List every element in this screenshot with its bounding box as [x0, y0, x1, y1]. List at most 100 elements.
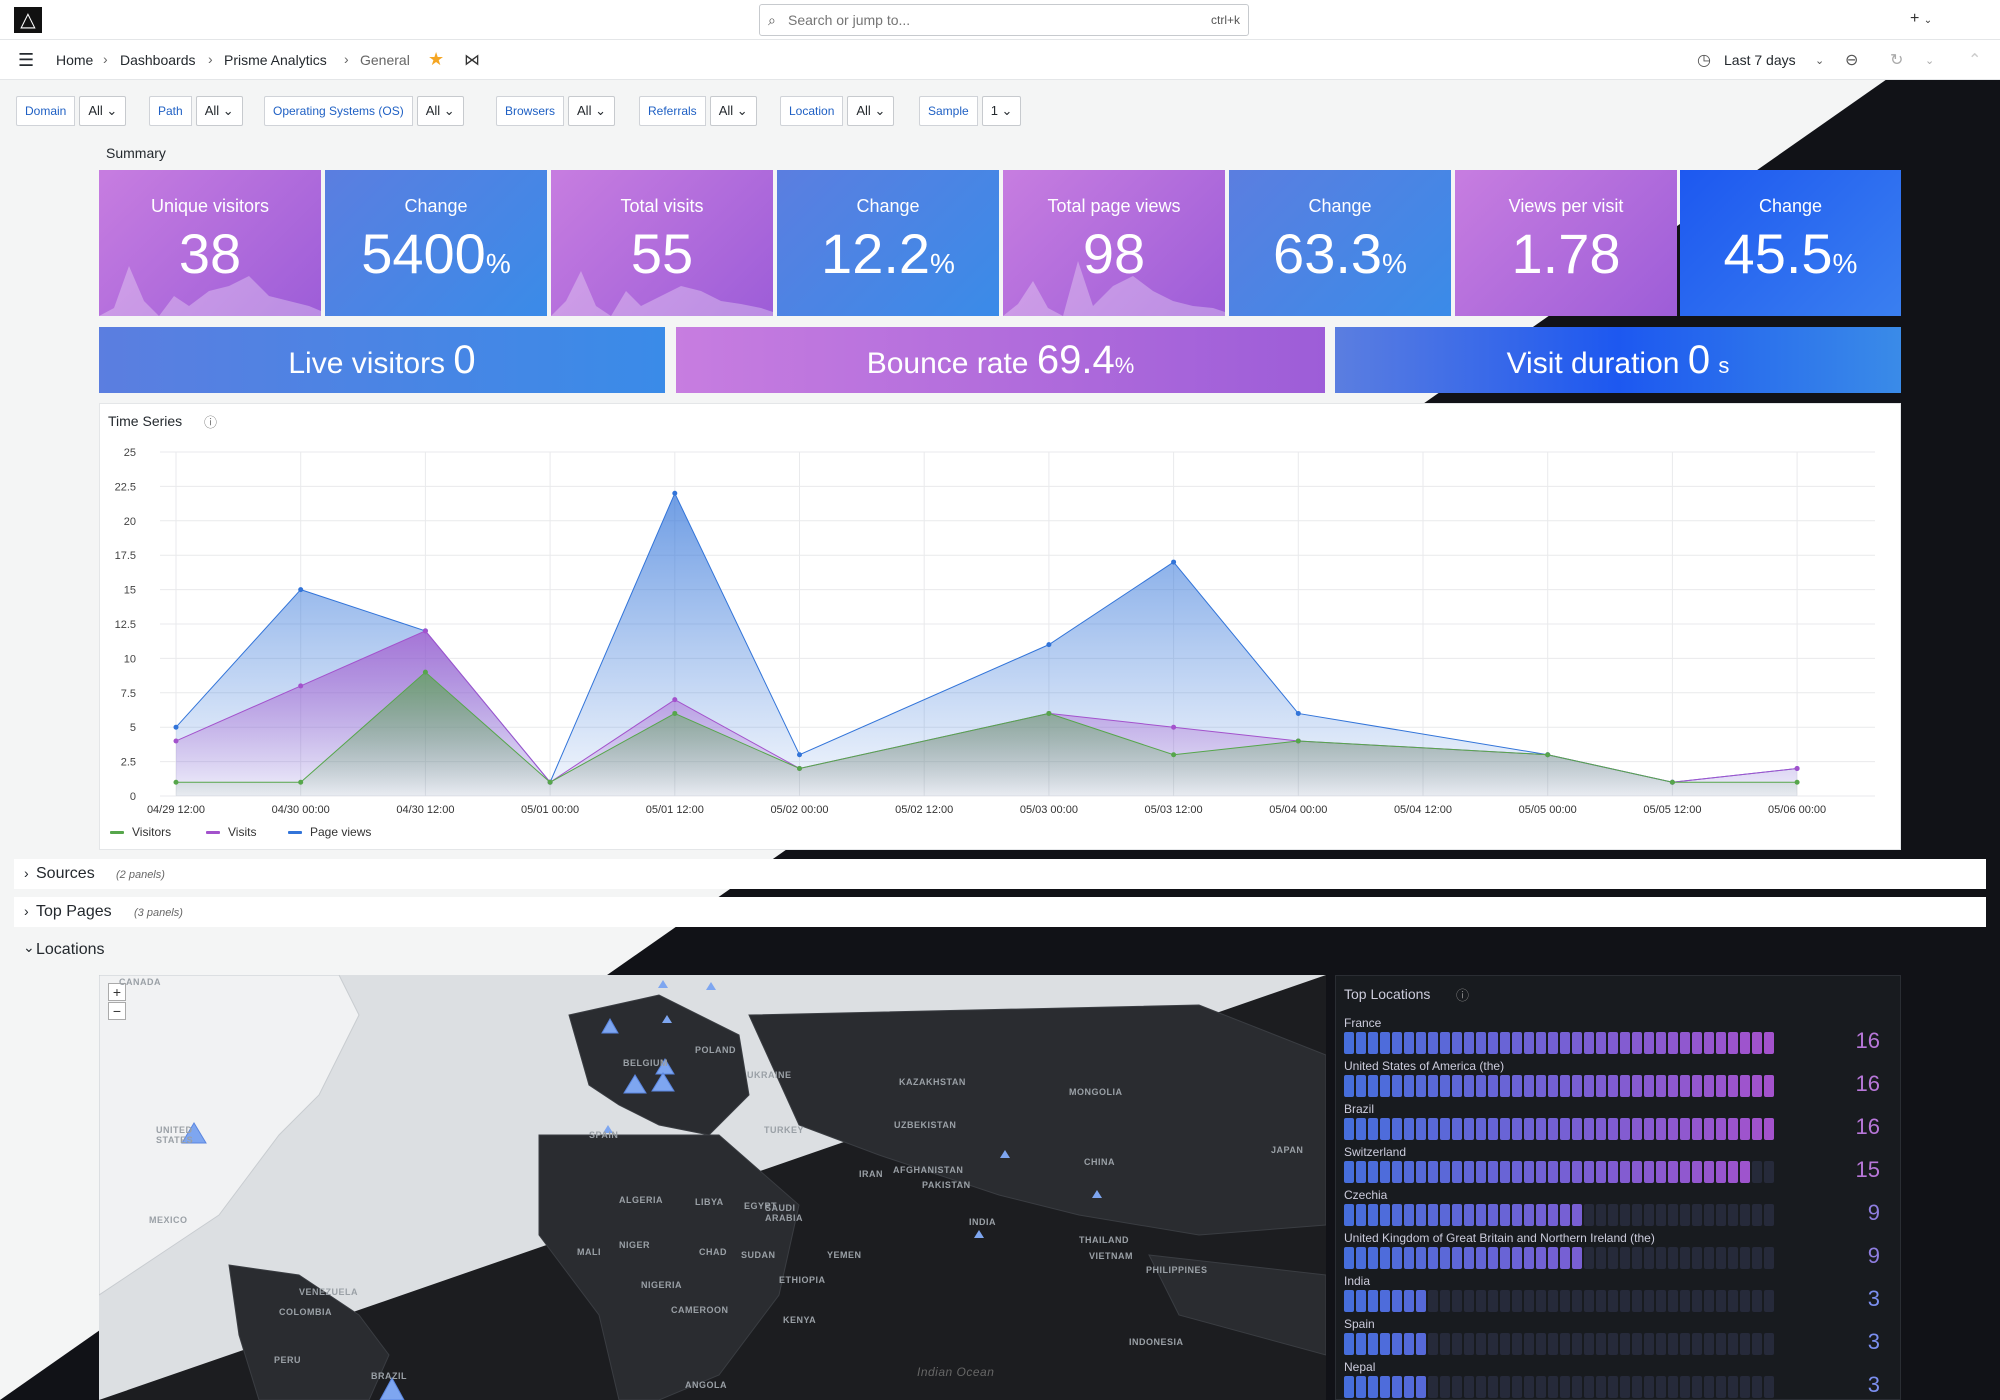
gauge-cell	[1764, 1075, 1774, 1097]
variable-select[interactable]: All ⌄	[79, 96, 127, 126]
gauge-cell	[1740, 1161, 1750, 1183]
breadcrumb-home[interactable]: Home	[56, 52, 93, 68]
stat-title: Views per visit	[1508, 196, 1624, 216]
location-row: Brazil 16	[1344, 1102, 1894, 1144]
variable-path[interactable]: Path All ⌄	[149, 96, 243, 126]
gauge-cell	[1704, 1290, 1714, 1312]
stat-bounce-rate[interactable]: Bounce rate 69.4%	[676, 327, 1325, 393]
menu-icon[interactable]: ☰	[18, 50, 34, 71]
gauge-cell	[1680, 1376, 1690, 1398]
gauge-cell	[1728, 1376, 1738, 1398]
location-value: 9	[1867, 1200, 1880, 1225]
gauge-cell	[1344, 1376, 1354, 1398]
gauge-cell	[1620, 1075, 1630, 1097]
stat-views-per-visit[interactable]: Views per visit 1.78	[1455, 170, 1677, 316]
variable-label: Path	[149, 96, 192, 126]
gauge-cell	[1596, 1161, 1606, 1183]
map-label: TURKEY	[764, 1125, 805, 1135]
row-top-pages[interactable]: › Top Pages (3 panels)	[14, 897, 1986, 927]
stat-title: Unique visitors	[150, 196, 270, 216]
info-icon[interactable]: ⓘ	[204, 412, 217, 431]
legend-swatch	[206, 831, 220, 834]
gauge-cell	[1488, 1161, 1498, 1183]
chevron-down-icon[interactable]: ⌄	[1925, 54, 1934, 67]
variable-location[interactable]: Location All ⌄	[780, 96, 895, 126]
stat-views-per-visit-change[interactable]: Change 45.5%	[1680, 170, 1901, 316]
stat-total-visits[interactable]: Total visits 55	[551, 170, 773, 316]
gauge-cell	[1452, 1161, 1462, 1183]
map-label: LIBYA	[695, 1197, 724, 1207]
variable-select[interactable]: All ⌄	[568, 96, 615, 126]
zoom-out-button[interactable]: −	[108, 1002, 126, 1020]
time-series-panel[interactable]: 0 2.5 5 7.5 10 12.5 15 17.5 20 22.5 25 04/29 12:00 0…	[99, 403, 1901, 850]
variable-select[interactable]: All ⌄	[847, 96, 895, 126]
variable-value: All	[204, 103, 220, 118]
gauge-cell	[1620, 1118, 1630, 1140]
chevron-down-icon[interactable]: ⌄	[1815, 54, 1824, 67]
search-box[interactable]: ⌕ ctrl+k	[759, 4, 1249, 36]
chevron-up-icon[interactable]: ⌃	[1968, 50, 1981, 70]
stat-visit-duration[interactable]: Visit duration 0 s	[1335, 327, 1901, 393]
refresh-icon[interactable]: ↻	[1890, 50, 1903, 70]
stat-visitors-change[interactable]: Change 5400%	[325, 170, 547, 316]
geomap-panel[interactable]: + − CANADA UNITED STATES MEXICO VENEZUEL…	[99, 975, 1326, 1400]
gauge-cell	[1608, 1376, 1618, 1398]
gauge-cell	[1380, 1290, 1390, 1312]
y-tick-label: 2.5	[121, 757, 136, 769]
row-title: Locations	[36, 941, 105, 958]
gauge-cell	[1620, 1161, 1630, 1183]
stat-unique-visitors[interactable]: Unique visitors 38	[99, 170, 321, 316]
map-label: AFGHANISTAN	[893, 1165, 964, 1175]
add-button[interactable]: + ⌄	[1910, 10, 1932, 28]
stat-visits-change[interactable]: Change 12.2%	[777, 170, 999, 316]
row-panel-count: (2 panels)	[116, 869, 165, 881]
gauge-cell	[1656, 1032, 1666, 1054]
time-range-picker[interactable]: Last 7 days	[1724, 52, 1796, 68]
star-icon[interactable]: ★	[428, 49, 444, 70]
gauge-cell	[1380, 1204, 1390, 1226]
gauge-cell	[1428, 1075, 1438, 1097]
variable-select[interactable]: All ⌄	[416, 96, 464, 126]
gauge-cell	[1368, 1290, 1378, 1312]
app-logo-icon[interactable]: △	[14, 7, 42, 33]
gauge-cell	[1560, 1204, 1570, 1226]
top-locations-panel[interactable]: Top Locations ⓘ France 16 United States of…	[1335, 975, 1901, 1400]
breadcrumb-folder[interactable]: Prisme Analytics	[224, 52, 327, 68]
top-bar: △ ⌕ ctrl+k + ⌄	[0, 0, 2000, 40]
stat-page-views-change[interactable]: Change 63.3%	[1229, 170, 1451, 316]
share-icon[interactable]: ⋈	[464, 50, 480, 70]
breadcrumb-dashboards[interactable]: Dashboards	[120, 52, 196, 68]
stat-title: Change	[404, 196, 468, 216]
gauge-cell	[1596, 1247, 1606, 1269]
gauge-cell	[1500, 1333, 1510, 1355]
search-input[interactable]	[788, 10, 1118, 30]
gauge-cell	[1428, 1290, 1438, 1312]
gauge-cell	[1368, 1376, 1378, 1398]
row-panel-count: (3 panels)	[134, 907, 183, 919]
location-bar-gauge	[1344, 1032, 1774, 1054]
stat-live-visitors[interactable]: Live visitors 0	[99, 327, 665, 393]
variable-select[interactable]: All ⌄	[709, 96, 757, 126]
variable-referrals[interactable]: Referrals All ⌄	[639, 96, 757, 126]
stat-total-page-views[interactable]: Total page views 98	[1003, 170, 1225, 316]
variable-select[interactable]: 1 ⌄	[981, 96, 1022, 126]
variable-select[interactable]: All ⌄	[195, 96, 243, 126]
variable-os[interactable]: Operating Systems (OS) All ⌄	[264, 96, 464, 126]
gauge-cell	[1680, 1290, 1690, 1312]
zoom-out-icon[interactable]: ⊖	[1845, 50, 1858, 70]
gauge-cell	[1716, 1161, 1726, 1183]
gauge-cell	[1680, 1204, 1690, 1226]
gauge-cell	[1356, 1290, 1366, 1312]
gauge-cell	[1668, 1075, 1678, 1097]
location-bar-gauge	[1344, 1161, 1774, 1183]
variable-sample[interactable]: Sample 1 ⌄	[919, 96, 1022, 126]
info-icon[interactable]: ⓘ	[1456, 985, 1469, 1004]
row-sources[interactable]: › Sources (2 panels)	[14, 859, 1986, 889]
gauge-cell	[1692, 1247, 1702, 1269]
summary-title: Summary	[106, 145, 166, 161]
gauge-cell	[1428, 1161, 1438, 1183]
row-locations[interactable]: ⌄ Locations	[14, 935, 1986, 965]
gauge-cell	[1524, 1118, 1534, 1140]
variable-browsers[interactable]: Browsers All ⌄	[496, 96, 615, 126]
variable-domain[interactable]: Domain All ⌄	[16, 96, 127, 126]
